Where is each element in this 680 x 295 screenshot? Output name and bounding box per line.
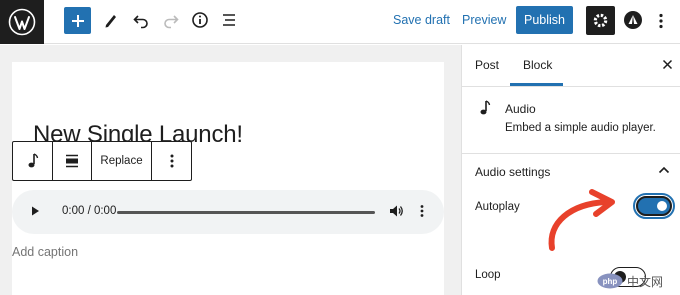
watermark: php 中文网 bbox=[597, 270, 677, 292]
align-wide-icon bbox=[66, 154, 78, 168]
more-vertical-icon bbox=[420, 205, 424, 217]
play-icon bbox=[32, 206, 39, 216]
close-icon bbox=[662, 59, 673, 70]
audio-note-icon bbox=[478, 100, 492, 116]
add-block-button[interactable] bbox=[64, 7, 91, 34]
autoplay-toggle[interactable] bbox=[633, 193, 675, 219]
pencil-icon bbox=[105, 15, 116, 28]
options-menu-button[interactable] bbox=[654, 11, 668, 31]
gear-icon bbox=[593, 13, 608, 28]
replace-button[interactable]: Replace bbox=[92, 142, 152, 180]
toggle-knob bbox=[657, 201, 667, 211]
chevron-up-icon[interactable] bbox=[658, 166, 670, 174]
block-card-title: Audio bbox=[505, 102, 536, 116]
caption-input[interactable]: Add caption bbox=[12, 245, 78, 259]
block-card: Audio Embed a simple audio player. bbox=[462, 87, 680, 154]
undo-icon bbox=[133, 15, 148, 29]
audio-time: 0:00 / 0:00 bbox=[62, 205, 117, 217]
block-options-button[interactable] bbox=[152, 142, 191, 180]
active-tab-indicator bbox=[510, 83, 563, 86]
plus-icon bbox=[71, 14, 84, 27]
save-draft-button[interactable]: Save draft bbox=[393, 13, 450, 27]
loop-label: Loop bbox=[475, 269, 501, 281]
tab-post[interactable]: Post bbox=[475, 58, 499, 72]
publish-button[interactable]: Publish bbox=[516, 6, 573, 34]
list-view-icon bbox=[223, 14, 235, 26]
redo-icon bbox=[164, 15, 179, 29]
audio-progress-bar[interactable] bbox=[117, 211, 375, 214]
close-sidebar-button[interactable] bbox=[662, 59, 673, 70]
autoplay-label: Autoplay bbox=[475, 201, 520, 213]
editor-top-toolbar: Save draft Preview Publish bbox=[0, 0, 680, 44]
block-type-button[interactable] bbox=[13, 142, 53, 180]
block-toolbar: Replace bbox=[12, 141, 192, 181]
list-view-button[interactable] bbox=[218, 9, 240, 31]
undo-button[interactable] bbox=[130, 9, 152, 31]
volume-icon bbox=[390, 205, 403, 217]
more-vertical-icon bbox=[659, 13, 663, 29]
player-options-button[interactable] bbox=[420, 204, 424, 218]
tools-button[interactable] bbox=[100, 9, 122, 31]
more-vertical-icon bbox=[170, 154, 173, 168]
preview-button[interactable]: Preview bbox=[462, 13, 506, 27]
jetpack-icon bbox=[628, 15, 638, 24]
details-button[interactable] bbox=[189, 9, 211, 31]
plugin-button[interactable] bbox=[624, 11, 642, 29]
align-button[interactable] bbox=[53, 142, 92, 180]
play-button[interactable] bbox=[29, 204, 41, 218]
block-card-description: Embed a simple audio player. bbox=[505, 122, 656, 134]
wordpress-logo-icon bbox=[8, 8, 36, 36]
audio-player: 0:00 / 0:00 bbox=[12, 190, 444, 234]
wordpress-logo-button[interactable] bbox=[0, 0, 44, 44]
audio-note-icon bbox=[28, 153, 38, 168]
settings-button[interactable] bbox=[586, 6, 615, 35]
info-icon bbox=[192, 12, 208, 28]
annotation-arrow bbox=[548, 189, 615, 251]
sidebar-tabs: Post Block bbox=[462, 45, 680, 87]
tab-block[interactable]: Block bbox=[523, 58, 552, 72]
php-logo-icon: php bbox=[597, 273, 623, 289]
audio-settings-panel-toggle[interactable]: Audio settings bbox=[475, 165, 550, 179]
redo-button[interactable] bbox=[160, 9, 182, 31]
volume-button[interactable] bbox=[389, 204, 405, 218]
settings-sidebar: Post Block Audio Embed a simple audio pl… bbox=[461, 45, 680, 295]
watermark-text: 中文网 bbox=[627, 274, 664, 289]
svg-text:php: php bbox=[603, 277, 618, 286]
